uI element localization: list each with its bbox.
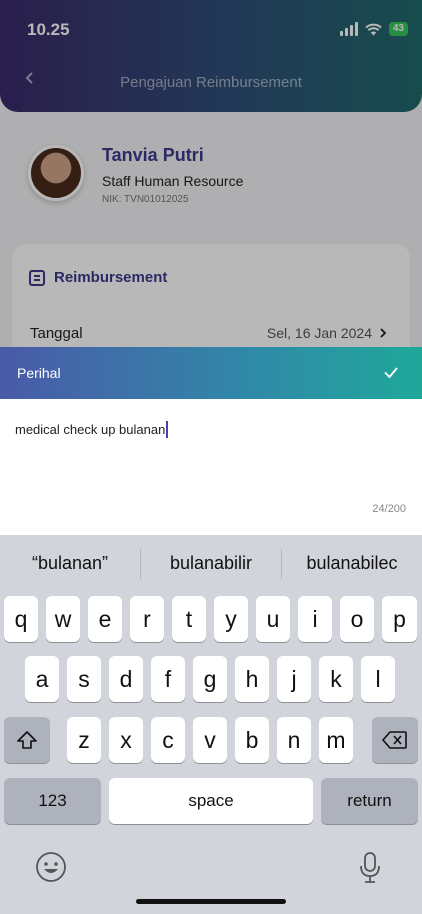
key-v[interactable]: v (193, 717, 227, 763)
key-e[interactable]: e (88, 596, 122, 642)
key-y[interactable]: y (214, 596, 248, 642)
key-x[interactable]: x (109, 717, 143, 763)
key-l[interactable]: l (361, 656, 395, 702)
key-s[interactable]: s (67, 656, 101, 702)
key-q[interactable]: q (4, 596, 38, 642)
suggestion-2[interactable]: bulanabilir (141, 553, 281, 574)
key-p[interactable]: p (382, 596, 417, 642)
key-g[interactable]: g (193, 656, 227, 702)
input-text-container: medical check up bulanan (15, 421, 169, 438)
suggestion-bar: “bulanan” bulanabilir bulanabilec (0, 535, 422, 593)
key-k[interactable]: k (319, 656, 353, 702)
key-t[interactable]: t (172, 596, 206, 642)
key-o[interactable]: o (340, 596, 374, 642)
text-caret (166, 421, 169, 438)
return-key[interactable]: return (321, 778, 418, 824)
input-value: medical check up bulanan (15, 422, 166, 437)
shift-key[interactable] (4, 717, 50, 763)
delete-key[interactable] (372, 717, 418, 763)
key-d[interactable]: d (109, 656, 143, 702)
emoji-icon[interactable] (35, 851, 67, 883)
space-key[interactable]: space (109, 778, 313, 824)
key-z[interactable]: z (67, 717, 101, 763)
check-icon[interactable] (382, 363, 400, 381)
key-c[interactable]: c (151, 717, 185, 763)
sheet-title: Perihal (17, 365, 61, 381)
key-w[interactable]: w (46, 596, 80, 642)
suggestion-3[interactable]: bulanabilec (282, 553, 422, 574)
key-m[interactable]: m (319, 717, 353, 763)
key-r[interactable]: r (130, 596, 164, 642)
key-j[interactable]: j (277, 656, 311, 702)
key-n[interactable]: n (277, 717, 311, 763)
key-h[interactable]: h (235, 656, 269, 702)
char-counter: 24/200 (372, 503, 406, 515)
perihal-textarea[interactable]: medical check up bulanan 24/200 (0, 399, 422, 535)
sheet-header: Perihal (0, 347, 422, 399)
microphone-icon[interactable] (358, 851, 382, 885)
key-f[interactable]: f (151, 656, 185, 702)
key-i[interactable]: i (298, 596, 332, 642)
shift-icon (17, 731, 37, 749)
home-indicator (136, 899, 286, 904)
suggestion-1[interactable]: “bulanan” (0, 553, 140, 574)
key-a[interactable]: a (25, 656, 59, 702)
backspace-icon (382, 731, 407, 749)
keyboard: “bulanan” bulanabilir bulanabilec q w e … (0, 535, 422, 914)
numbers-key[interactable]: 123 (4, 778, 101, 824)
key-u[interactable]: u (256, 596, 290, 642)
key-b[interactable]: b (235, 717, 269, 763)
